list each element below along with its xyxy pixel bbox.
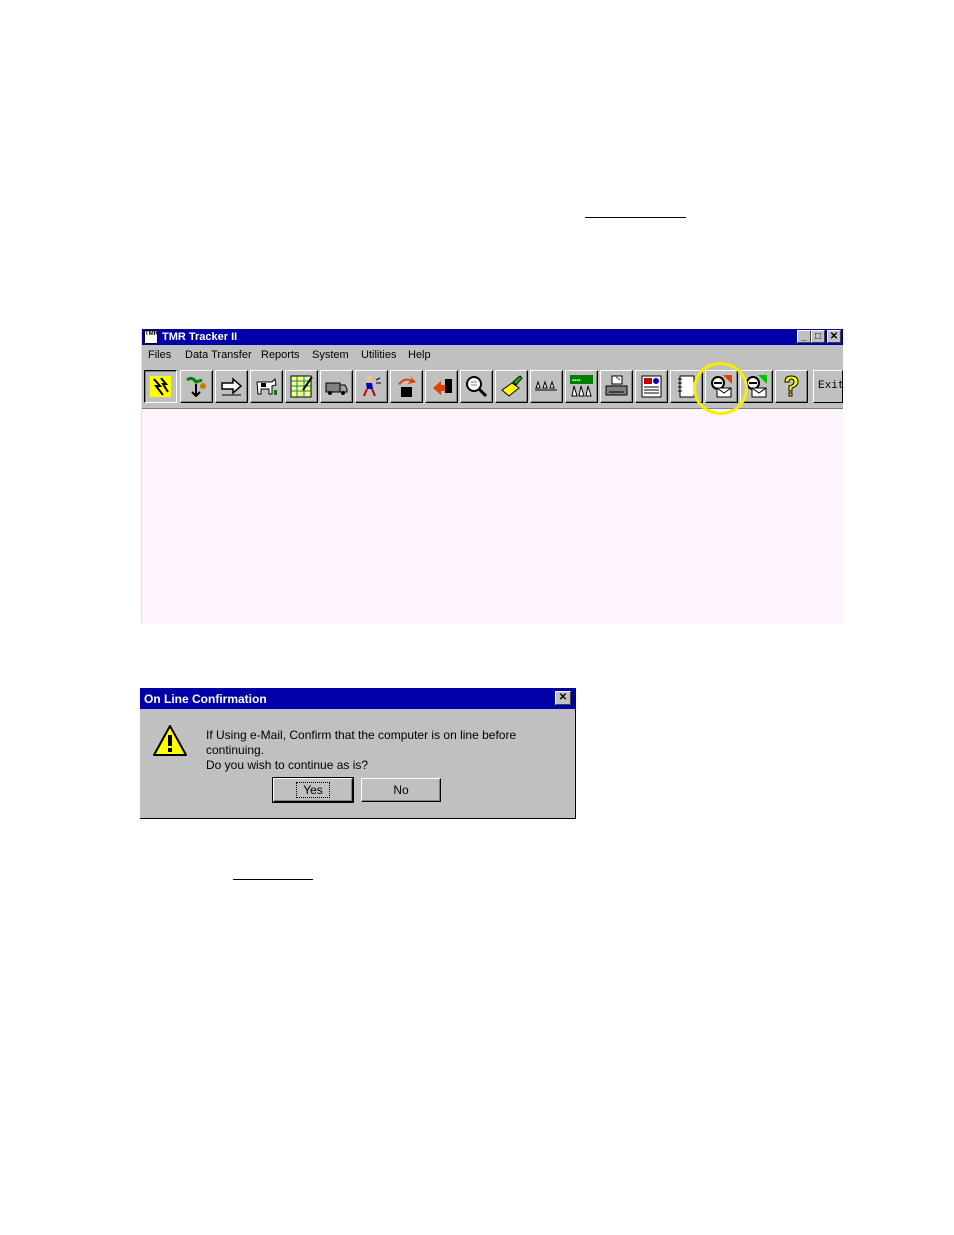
report-icon xyxy=(641,375,662,398)
menu-system[interactable]: System xyxy=(312,349,349,361)
search-button[interactable] xyxy=(460,370,493,403)
magnifier-icon xyxy=(466,376,488,398)
truck-button[interactable] xyxy=(320,370,353,403)
dialog-message-line2: Do you wish to continue as is? xyxy=(206,758,369,772)
yes-button[interactable]: Yes xyxy=(272,777,354,803)
upload-icon xyxy=(398,376,416,397)
operator-icon xyxy=(363,376,381,397)
dialog-title: On Line Confirmation xyxy=(144,692,267,706)
exit-button[interactable]: Exit xyxy=(813,370,844,403)
print-button[interactable] xyxy=(600,370,633,403)
upload-button[interactable] xyxy=(390,370,423,403)
transfer-button[interactable] xyxy=(215,370,248,403)
menu-bar: Files Data Transfer Reports System Utili… xyxy=(142,346,843,365)
svg-text:▪▪▪▪: ▪▪▪▪ xyxy=(572,378,581,384)
spreadsheet-icon xyxy=(290,375,313,398)
cow-group-icon xyxy=(535,380,557,391)
window-titlebar[interactable]: TMR TMR Tracker II _ □ ✕ xyxy=(142,329,843,345)
cow-icon xyxy=(256,377,277,395)
menu-data-transfer[interactable]: Data Transfer xyxy=(185,349,252,361)
download-icon xyxy=(433,379,452,395)
erase-button[interactable] xyxy=(495,370,528,403)
dialog-titlebar[interactable]: On Line Confirmation ✕ xyxy=(140,688,575,709)
truck-icon xyxy=(325,382,348,395)
cow-button[interactable] xyxy=(250,370,283,403)
download-button[interactable] xyxy=(425,370,458,403)
feed-lightning-icon xyxy=(150,376,171,397)
no-button-label: No xyxy=(393,783,409,797)
report-button[interactable] xyxy=(635,370,668,403)
client-area xyxy=(142,408,843,624)
help-icon xyxy=(784,375,799,397)
pens-button[interactable]: ▪▪▪▪ xyxy=(565,370,598,403)
no-button[interactable]: No xyxy=(361,778,441,802)
email-highlight-circle xyxy=(693,362,748,415)
dialog-message: If Using e-Mail, Confirm that the comput… xyxy=(206,728,575,773)
window-title: TMR Tracker II xyxy=(162,331,238,343)
pen-group-icon: ▪▪▪▪ xyxy=(570,375,593,397)
menu-reports[interactable]: Reports xyxy=(261,349,300,361)
transfer-arrow-icon xyxy=(221,377,243,396)
feed-load-icon xyxy=(186,376,206,398)
dialog-message-line1: If Using e-Mail, Confirm that the comput… xyxy=(206,728,517,757)
warning-icon xyxy=(153,725,187,756)
eraser-icon xyxy=(501,375,523,397)
help-button[interactable] xyxy=(775,370,808,403)
menu-files[interactable]: Files xyxy=(148,349,171,361)
online-confirmation-dialog: On Line Confirmation ✕ If Using e-Mail, … xyxy=(140,688,576,819)
minimize-button[interactable]: _ xyxy=(797,330,811,343)
app-icon[interactable]: TMR xyxy=(144,330,158,344)
spreadsheet-button[interactable] xyxy=(285,370,318,403)
maximize-button[interactable]: □ xyxy=(811,330,825,343)
operator-button[interactable] xyxy=(355,370,388,403)
document-underline-top xyxy=(585,217,686,218)
yes-button-label: Yes xyxy=(296,782,330,798)
document-underline-bottom xyxy=(233,879,313,880)
menu-utilities[interactable]: Utilities xyxy=(361,349,396,361)
feed-button[interactable] xyxy=(144,370,177,403)
menu-help[interactable]: Help xyxy=(408,349,431,361)
dialog-close-button[interactable]: ✕ xyxy=(555,691,571,705)
printer-icon xyxy=(605,375,628,396)
herd-button[interactable] xyxy=(530,370,563,403)
close-button[interactable]: ✕ xyxy=(827,330,841,343)
feed-load-button[interactable] xyxy=(180,370,213,403)
